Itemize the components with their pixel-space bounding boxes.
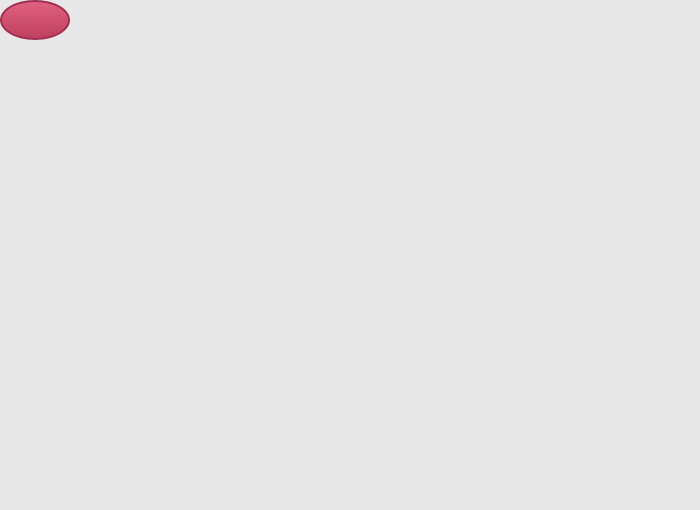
root-node — [0, 0, 70, 40]
